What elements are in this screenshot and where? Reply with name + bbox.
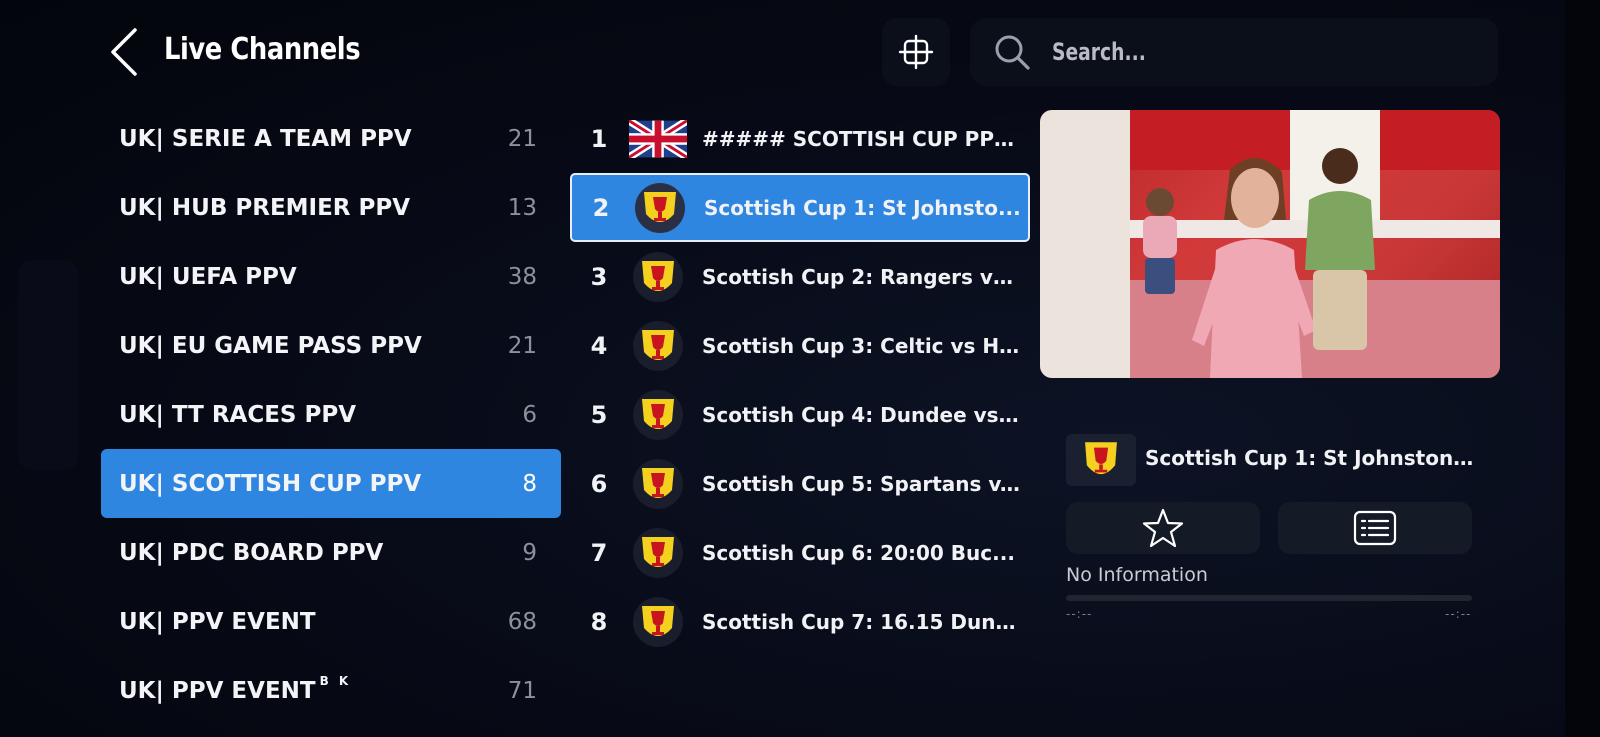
epg-guide-button[interactable]: [1278, 502, 1472, 554]
channel-item[interactable]: 1 ##### SCOTTISH CUP PPV...: [570, 104, 1030, 173]
channel-name: Scottish Cup 5: Spartans v...: [702, 471, 1020, 496]
scottish-cup-trophy-icon: [628, 526, 688, 580]
channel-number: 8: [590, 607, 608, 636]
channel-item[interactable]: 6 Scottish Cup 5: Spartans v...: [570, 449, 1030, 518]
scottish-cup-trophy-icon: [628, 250, 688, 304]
now-playing-logo: [1066, 434, 1136, 486]
channel-number: 5: [590, 400, 608, 429]
category-count: 8: [522, 470, 537, 497]
program-start-time: --:--: [1066, 607, 1093, 621]
video-preview[interactable]: [1040, 110, 1500, 378]
category-count: 6: [522, 401, 537, 428]
category-name: UK| EU GAME PASS PPV: [119, 332, 422, 359]
channel-name: ##### SCOTTISH CUP PPV...: [702, 126, 1020, 151]
now-playing-title: Scottish Cup 1: St Johnstone...: [1145, 446, 1475, 470]
channel-number: 7: [590, 538, 608, 567]
channel-name: Scottish Cup 1: St Johnsto...: [704, 195, 1021, 220]
category-item[interactable]: UK| TT RACES PPV 6: [101, 380, 561, 449]
channel-name: Scottish Cup 3: Celtic vs Hi...: [702, 333, 1020, 358]
program-end-time: --:--: [1445, 607, 1472, 621]
category-name: UK| SCOTTISH CUP PPV: [119, 470, 422, 497]
category-item[interactable]: UK| PPV EVENT 68: [101, 587, 561, 656]
scene-tiles: [1040, 110, 1130, 378]
category-name: UK| PPV EVENT: [119, 608, 316, 635]
category-item[interactable]: UK| PPV EVENT B K 71: [101, 656, 561, 725]
category-name: UK| PPV EVENT: [119, 677, 316, 704]
category-name-wrap: UK| PPV EVENT B K: [119, 674, 351, 704]
category-item[interactable]: UK| UEFA PPV 38: [101, 242, 561, 311]
scottish-cup-trophy-icon: [628, 595, 688, 649]
scottish-cup-trophy-icon: [628, 319, 688, 373]
program-info: No Information: [1066, 564, 1208, 586]
back-button[interactable]: [104, 24, 144, 80]
scottish-cup-trophy-icon: [628, 457, 688, 511]
channel-item[interactable]: 8 Scottish Cup 7: 16.15 Dund...: [570, 587, 1030, 656]
uk-flag-icon: [628, 112, 688, 166]
channel-item[interactable]: 3 Scottish Cup 2: Rangers vs...: [570, 242, 1030, 311]
star-outline-icon: [1142, 508, 1184, 548]
page-title: Live Channels: [164, 32, 361, 67]
channel-number: 4: [590, 331, 608, 360]
category-item-selected[interactable]: UK| SCOTTISH CUP PPV 8: [101, 449, 561, 518]
side-handle: [18, 260, 78, 470]
epg-guide-icon: [1353, 510, 1397, 546]
multiview-button[interactable]: [882, 18, 950, 86]
category-item[interactable]: UK| SERIE A TEAM PPV 21: [101, 104, 561, 173]
favorite-button[interactable]: [1066, 502, 1260, 554]
category-name: UK| UEFA PPV: [119, 263, 297, 290]
category-count: 9: [522, 539, 537, 566]
category-count: 21: [507, 125, 537, 152]
scottish-cup-trophy-icon: [1085, 442, 1117, 475]
category-count: 13: [507, 194, 537, 221]
channel-name: Scottish Cup 4: Dundee vs...: [702, 402, 1020, 427]
channel-name: Scottish Cup 6: 20:00 Buc...: [702, 540, 1015, 565]
channel-item-selected[interactable]: 2 Scottish Cup 1: St Johnsto...: [570, 173, 1030, 242]
scottish-cup-trophy-icon: [630, 181, 690, 235]
channel-number: 2: [592, 193, 610, 222]
channel-number: 6: [590, 469, 608, 498]
scene-man: [1305, 148, 1375, 350]
channel-number: 3: [590, 262, 608, 291]
search-placeholder: Search...: [1052, 38, 1146, 66]
category-count: 21: [507, 332, 537, 359]
category-name: UK| PDC BOARD PPV: [119, 539, 384, 566]
channel-number: 1: [590, 124, 608, 153]
channel-item[interactable]: 5 Scottish Cup 4: Dundee vs...: [570, 380, 1030, 449]
category-name: UK| TT RACES PPV: [119, 401, 357, 428]
search-input[interactable]: Search...: [970, 18, 1498, 86]
channel-item[interactable]: 4 Scottish Cup 3: Celtic vs Hi...: [570, 311, 1030, 380]
chevron-left-icon: [111, 28, 137, 76]
category-list: UK| SERIE A TEAM PPV 21 UK| HUB PREMIER …: [101, 104, 561, 725]
screen-edge: [1565, 0, 1600, 737]
live-channels-screen: Live Channels Search... UK| SERIE A TEAM…: [0, 0, 1600, 737]
category-item[interactable]: UK| HUB PREMIER PPV 13: [101, 173, 561, 242]
category-count: 38: [507, 263, 537, 290]
category-count: 68: [507, 608, 537, 635]
channel-name: Scottish Cup 2: Rangers vs...: [702, 264, 1020, 289]
scottish-cup-trophy-icon: [628, 388, 688, 442]
channel-list: 1 ##### SCOTTISH CUP PPV... 2 Scottish C: [570, 104, 1030, 656]
grid-crosshair-icon: [898, 34, 934, 70]
scene-child: [1143, 188, 1177, 294]
category-name: UK| HUB PREMIER PPV: [119, 194, 411, 221]
category-count: 71: [507, 677, 537, 704]
category-item[interactable]: UK| PDC BOARD PPV 9: [101, 518, 561, 587]
search-icon: [995, 35, 1030, 70]
category-superscript: B K: [319, 673, 352, 688]
category-name: UK| SERIE A TEAM PPV: [119, 125, 412, 152]
category-item[interactable]: UK| EU GAME PASS PPV 21: [101, 311, 561, 380]
channel-name: Scottish Cup 7: 16.15 Dund...: [702, 609, 1020, 634]
channel-item[interactable]: 7 Scottish Cup 6: 20:00 Buc...: [570, 518, 1030, 587]
program-progress-bar: [1066, 595, 1472, 601]
